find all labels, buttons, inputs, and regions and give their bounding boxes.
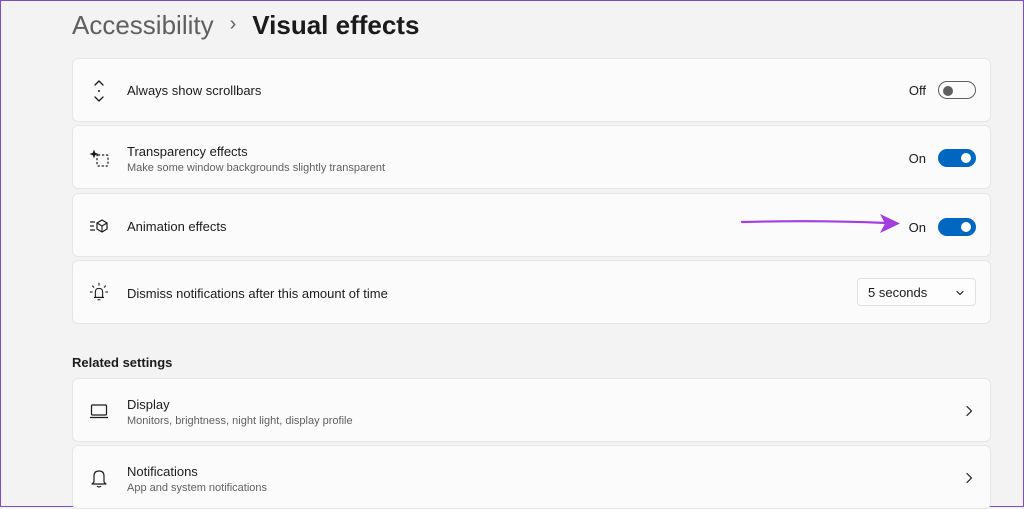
animation-toggle-group: On [909, 218, 976, 236]
transparency-toggle[interactable] [938, 149, 976, 167]
breadcrumb-separator: › [229, 13, 237, 35]
scrollbars-toggle-group: Off [909, 81, 976, 99]
related-settings-heading: Related settings [72, 355, 173, 370]
display-title: Display [127, 397, 170, 412]
animation-toggle[interactable] [938, 218, 976, 236]
chevron-down-icon [955, 286, 965, 301]
notification-time-title: Dismiss notifications after this amount … [127, 286, 388, 301]
bell-icon [89, 468, 109, 488]
animation-toggle-state: On [908, 219, 926, 235]
transparency-title: Transparency effects [127, 144, 248, 159]
transparency-subtitle: Make some window backgrounds slightly tr… [127, 162, 386, 174]
setting-card-notification-time: Dismiss notifications after this amount … [72, 260, 991, 324]
annotation-arrow [740, 212, 906, 239]
animation-title: Animation effects [127, 219, 227, 234]
related-item-notifications[interactable]: Notifications App and system notificatio… [72, 445, 991, 509]
toggle-knob [961, 222, 971, 232]
animation-icon [89, 216, 109, 236]
toggle-knob [961, 153, 971, 163]
setting-card-transparency: Transparency effects Make some window ba… [72, 125, 991, 189]
breadcrumb-parent-link[interactable]: Accessibility [72, 7, 214, 43]
notification-bell-time-icon [89, 282, 109, 302]
related-item-display[interactable]: Display Monitors, brightness, night ligh… [72, 378, 991, 442]
transparency-toggle-group: On [909, 149, 976, 167]
toggle-knob [943, 86, 953, 96]
notification-time-dropdown[interactable]: 5 seconds [857, 278, 976, 306]
chevron-right-icon [964, 404, 974, 422]
chevron-right-icon [964, 471, 974, 489]
monitor-icon [89, 401, 109, 421]
transparency-icon [89, 148, 109, 168]
display-subtitle: Monitors, brightness, night light, displ… [127, 415, 353, 427]
notifications-subtitle: App and system notifications [127, 482, 268, 494]
scrollbars-toggle[interactable] [938, 81, 976, 99]
page-title: Visual effects [252, 10, 420, 40]
scrollbars-title: Always show scrollbars [127, 83, 262, 98]
notifications-title: Notifications [127, 464, 198, 479]
transparency-toggle-state: On [908, 150, 926, 166]
scrollbars-toggle-state: Off [908, 82, 926, 98]
notification-time-value: 5 seconds [868, 284, 928, 300]
breadcrumb: Accessibility › Visual effects [72, 7, 419, 43]
scrollbar-icon [89, 80, 109, 102]
setting-card-scrollbars: Always show scrollbars Off [72, 58, 991, 122]
